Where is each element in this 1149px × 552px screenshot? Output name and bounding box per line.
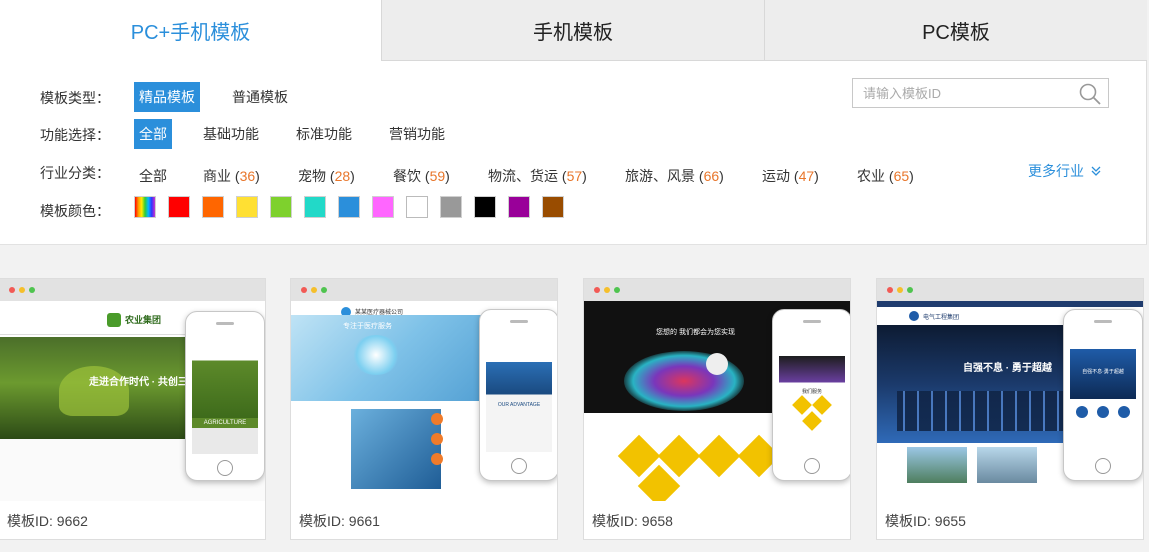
type-option-standard[interactable]: 普通模板 xyxy=(227,82,293,112)
tab-pc[interactable]: PC模板 xyxy=(764,0,1147,61)
function-option-all[interactable]: 全部 xyxy=(134,119,172,149)
color-swatch[interactable] xyxy=(304,196,326,218)
minimize-dot-icon xyxy=(604,287,610,293)
industry-option-logistics[interactable]: 物流、货运 (57) xyxy=(483,161,592,191)
template-brand: 电气工程集团 xyxy=(923,315,960,321)
minimize-dot-icon xyxy=(19,287,25,293)
minimize-dot-icon xyxy=(897,287,903,293)
function-option-basic[interactable]: 基础功能 xyxy=(198,119,264,149)
maximize-dot-icon xyxy=(907,287,913,293)
maximize-dot-icon xyxy=(321,287,327,293)
leaf-logo-icon xyxy=(107,313,121,327)
color-swatch[interactable] xyxy=(372,196,394,218)
type-option-premium[interactable]: 精品模板 xyxy=(134,82,200,112)
phone-mockup: 自强不息·勇于超越 xyxy=(1063,309,1143,481)
chevron-down-icon xyxy=(1091,166,1101,176)
browser-bar xyxy=(877,279,1143,301)
browser-bar xyxy=(291,279,557,301)
maximize-dot-icon xyxy=(614,287,620,293)
industry-row: 行业分类： 全部 商业 (36) 宠物 (28) 餐饮 (59) 物流、货运 (… xyxy=(0,158,1147,188)
function-label: 功能选择： xyxy=(40,127,110,143)
template-hero-text: 专注于医疗服务 xyxy=(343,323,392,330)
template-preview: 某某医疗器械公司 专注于医疗服务 OUR ADVANTAGE xyxy=(291,279,557,501)
color-label: 模板颜色： xyxy=(40,203,110,219)
template-tabs: PC+手机模板 手机模板 PC模板 xyxy=(0,0,1147,61)
template-id-caption: 模板ID: 9658 xyxy=(592,513,673,529)
phone-mockup: OUR ADVANTAGE xyxy=(479,309,557,481)
brand-logo-icon xyxy=(706,353,728,375)
phone-text: 我们服务 xyxy=(801,389,822,395)
phone-text: AGRICULTURE xyxy=(192,418,258,428)
color-swatch[interactable] xyxy=(440,196,462,218)
template-hero-text: 自强不息 · 勇于超越 xyxy=(963,363,1052,374)
close-dot-icon xyxy=(9,287,15,293)
color-swatch[interactable] xyxy=(474,196,496,218)
industry-option-all[interactable]: 全部 xyxy=(134,161,172,191)
industry-label: 行业分类： xyxy=(40,165,110,181)
phone-mockup: AGRICULTURE xyxy=(185,311,265,481)
template-card[interactable]: 电气工程集团 自强不息 · 勇于超越 自强不息·勇于超越 模板ID: 9655 xyxy=(876,278,1144,540)
phone-text: OUR ADVANTAGE xyxy=(497,402,541,408)
template-type-label: 模板类型： xyxy=(40,90,110,106)
industry-option-pets[interactable]: 宠物 (28) xyxy=(293,161,360,191)
minimize-dot-icon xyxy=(311,287,317,293)
color-swatch[interactable] xyxy=(134,196,156,218)
phone-mockup: 我们服务 xyxy=(772,309,850,481)
function-row: 功能选择： 全部 基础功能 标准功能 营销功能 xyxy=(0,119,1147,149)
close-dot-icon xyxy=(887,287,893,293)
industry-option-sports[interactable]: 运动 (47) xyxy=(757,161,824,191)
template-card[interactable]: 农业集团 走进合作时代 · 共创三农未来 AGRICULTURE 模板ID: 9… xyxy=(0,278,266,540)
color-swatch[interactable] xyxy=(236,196,258,218)
color-row: 模板颜色： xyxy=(0,196,1147,226)
template-hero-text: 您想的 我们都会为您实现 xyxy=(656,329,735,336)
color-swatch[interactable] xyxy=(202,196,224,218)
industry-option-agriculture[interactable]: 农业 (65) xyxy=(852,161,919,191)
template-filter-panel: PC+手机模板 手机模板 PC模板 模板类型： 精品模板 普通模板 功能选择： … xyxy=(0,0,1147,245)
function-option-marketing[interactable]: 营销功能 xyxy=(384,119,450,149)
template-card[interactable]: 您想的 我们都会为您实现 我们服务 模板ID: 9658 xyxy=(583,278,851,540)
template-preview: 农业集团 走进合作时代 · 共创三农未来 AGRICULTURE xyxy=(0,279,265,501)
template-id-caption: 模板ID: 9661 xyxy=(299,513,380,529)
color-swatch[interactable] xyxy=(542,196,564,218)
industry-option-catering[interactable]: 餐饮 (59) xyxy=(388,161,455,191)
phone-text: 自强不息·勇于超越 xyxy=(1082,369,1124,375)
logo-icon xyxy=(909,311,919,321)
function-option-standard[interactable]: 标准功能 xyxy=(291,119,357,149)
more-industries-link[interactable]: 更多行业 xyxy=(1028,156,1102,186)
maximize-dot-icon xyxy=(29,287,35,293)
close-dot-icon xyxy=(594,287,600,293)
browser-bar xyxy=(0,279,265,301)
template-card[interactable]: 某某医疗器械公司 专注于医疗服务 OUR ADVANTAGE 模板ID: 966… xyxy=(290,278,558,540)
browser-bar xyxy=(584,279,850,301)
template-id-search xyxy=(852,78,1109,108)
color-swatch[interactable] xyxy=(270,196,292,218)
close-dot-icon xyxy=(301,287,307,293)
template-brand: 农业集团 xyxy=(125,315,162,325)
search-input[interactable] xyxy=(853,79,1073,107)
template-preview: 电气工程集团 自强不息 · 勇于超越 自强不息·勇于超越 xyxy=(877,279,1143,501)
color-swatch[interactable] xyxy=(508,196,530,218)
color-swatch[interactable] xyxy=(168,196,190,218)
template-id-caption: 模板ID: 9655 xyxy=(885,513,966,529)
template-id-caption: 模板ID: 9662 xyxy=(7,513,88,529)
tab-pc-mobile[interactable]: PC+手机模板 xyxy=(0,0,381,61)
tab-mobile[interactable]: 手机模板 xyxy=(381,0,764,61)
industry-option-travel[interactable]: 旅游、风景 (66) xyxy=(620,161,729,191)
color-swatch[interactable] xyxy=(338,196,360,218)
template-preview: 您想的 我们都会为您实现 我们服务 xyxy=(584,279,850,501)
industry-option-business[interactable]: 商业 (36) xyxy=(198,161,265,191)
color-swatch[interactable] xyxy=(406,196,428,218)
search-icon[interactable] xyxy=(1078,82,1102,106)
